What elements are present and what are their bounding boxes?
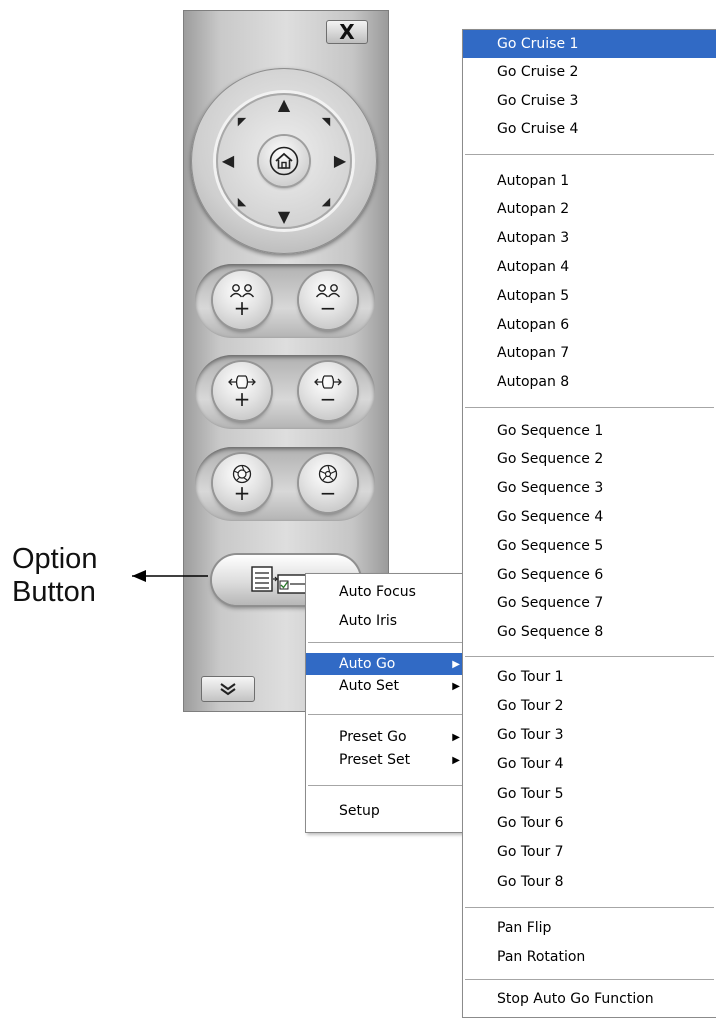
menu-separator	[308, 714, 465, 716]
expand-button[interactable]	[201, 676, 255, 702]
zoom-button-group: + −	[195, 264, 375, 338]
close-icon: X	[339, 20, 355, 44]
focus-near-button[interactable]: +	[213, 362, 271, 420]
pan-left-arrow-icon[interactable]: ◀	[215, 148, 241, 174]
menu-item-go-sequence-2[interactable]: Go Sequence 2	[463, 445, 716, 473]
menu-item-auto-go[interactable]: Auto Go ▶	[306, 653, 467, 675]
menu-item-autopan-8[interactable]: Autopan 8	[463, 368, 716, 396]
menu-item-go-cruise-3[interactable]: Go Cruise 3	[463, 87, 716, 115]
iris-open-button[interactable]: +	[213, 454, 271, 512]
menu-item-auto-focus[interactable]: Auto Focus	[306, 581, 467, 603]
pan-up-left-arrow-icon[interactable]: ◤	[229, 108, 255, 134]
submenu-arrow-icon: ▶	[452, 680, 460, 692]
menu-item-go-tour-7[interactable]: Go Tour 7	[463, 838, 716, 866]
menu-separator	[465, 154, 714, 156]
menu-item-preset-go[interactable]: Preset Go ▶	[306, 726, 467, 748]
menu-item-autopan-2[interactable]: Autopan 2	[463, 195, 716, 223]
menu-item-go-tour-3[interactable]: Go Tour 3	[463, 721, 716, 749]
menu-item-auto-iris[interactable]: Auto Iris	[306, 610, 467, 632]
option-context-menu: Auto Focus Auto Iris Auto Go ▶ Auto Set ▶ …	[305, 573, 468, 833]
home-icon	[269, 146, 299, 176]
menu-separator	[465, 907, 714, 909]
menu-separator	[465, 407, 714, 409]
menu-item-pan-flip[interactable]: Pan Flip	[463, 914, 716, 942]
menu-item-auto-set[interactable]: Auto Set ▶	[306, 675, 467, 697]
callout-label-line1: Option	[12, 543, 98, 575]
menu-item-go-sequence-5[interactable]: Go Sequence 5	[463, 532, 716, 560]
menu-item-go-sequence-1[interactable]: Go Sequence 1	[463, 417, 716, 445]
pan-up-right-arrow-icon[interactable]: ◥	[313, 108, 339, 134]
zoom-out-button[interactable]: −	[299, 271, 357, 329]
menu-item-go-tour-4[interactable]: Go Tour 4	[463, 750, 716, 778]
menu-separator	[465, 979, 714, 981]
menu-item-go-sequence-7[interactable]: Go Sequence 7	[463, 589, 716, 617]
pan-down-left-arrow-icon[interactable]: ◣	[229, 188, 255, 214]
menu-item-go-tour-8[interactable]: Go Tour 8	[463, 868, 716, 896]
menu-item-preset-set[interactable]: Preset Set ▶	[306, 749, 467, 771]
menu-item-pan-rotation[interactable]: Pan Rotation	[463, 943, 716, 971]
iris-close-button[interactable]: −	[299, 454, 357, 512]
menu-separator	[308, 785, 465, 787]
menu-item-go-sequence-4[interactable]: Go Sequence 4	[463, 503, 716, 531]
submenu-arrow-icon: ▶	[452, 754, 460, 766]
minus-icon: −	[319, 295, 337, 320]
menu-item-autopan-6[interactable]: Autopan 6	[463, 311, 716, 339]
menu-item-go-sequence-3[interactable]: Go Sequence 3	[463, 474, 716, 502]
chevron-down-double-icon	[220, 683, 236, 696]
menu-item-autopan-3[interactable]: Autopan 3	[463, 224, 716, 252]
focus-button-group: + −	[195, 355, 375, 429]
auto-go-menu: Go Cruise 1 Go Cruise 2 Go Cruise 3 Go C…	[462, 29, 716, 1018]
option-menu-icon	[251, 566, 309, 594]
menu-item-go-sequence-6[interactable]: Go Sequence 6	[463, 561, 716, 589]
plus-icon: +	[233, 480, 251, 505]
iris-button-group: + −	[195, 447, 375, 521]
menu-item-go-tour-5[interactable]: Go Tour 5	[463, 780, 716, 808]
menu-item-go-sequence-8[interactable]: Go Sequence 8	[463, 618, 716, 646]
pan-down-right-arrow-icon[interactable]: ◢	[313, 188, 339, 214]
direction-pad: ▲ ▼ ◀ ▶ ◤ ◥ ◣ ◢	[191, 68, 377, 254]
pan-up-arrow-icon[interactable]: ▲	[271, 92, 297, 118]
minus-icon: −	[319, 386, 337, 411]
zoom-in-button[interactable]: +	[213, 271, 271, 329]
close-button[interactable]: X	[326, 20, 368, 44]
menu-item-setup[interactable]: Setup	[306, 800, 467, 822]
menu-separator	[308, 642, 465, 644]
submenu-arrow-icon: ▶	[452, 658, 460, 670]
menu-item-autopan-4[interactable]: Autopan 4	[463, 253, 716, 281]
menu-item-autopan-5[interactable]: Autopan 5	[463, 282, 716, 310]
callout-label-line2: Button	[12, 576, 96, 608]
menu-item-autopan-1[interactable]: Autopan 1	[463, 167, 716, 195]
pan-right-arrow-icon[interactable]: ▶	[327, 148, 353, 174]
menu-item-stop-auto-go-function[interactable]: Stop Auto Go Function	[463, 985, 716, 1013]
menu-item-autopan-7[interactable]: Autopan 7	[463, 339, 716, 367]
minus-icon: −	[319, 480, 337, 505]
menu-item-go-cruise-2[interactable]: Go Cruise 2	[463, 58, 716, 86]
focus-far-button[interactable]: −	[299, 362, 357, 420]
menu-item-go-cruise-4[interactable]: Go Cruise 4	[463, 115, 716, 143]
pan-down-arrow-icon[interactable]: ▼	[271, 204, 297, 230]
menu-item-go-tour-6[interactable]: Go Tour 6	[463, 809, 716, 837]
plus-icon: +	[233, 295, 251, 320]
menu-item-go-tour-1[interactable]: Go Tour 1	[463, 663, 716, 691]
home-button[interactable]	[259, 136, 309, 186]
menu-separator	[465, 656, 714, 658]
menu-item-go-cruise-1[interactable]: Go Cruise 1	[463, 30, 716, 58]
submenu-arrow-icon: ▶	[452, 731, 460, 743]
plus-icon: +	[233, 386, 251, 411]
menu-item-go-tour-2[interactable]: Go Tour 2	[463, 692, 716, 720]
callout-arrow	[132, 570, 208, 582]
